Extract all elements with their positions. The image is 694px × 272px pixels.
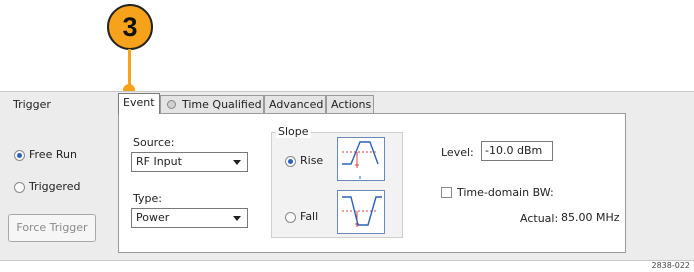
type-label: Type:: [133, 192, 162, 205]
tab-advanced[interactable]: Advanced: [264, 95, 326, 114]
fall-slope-icon: [342, 196, 382, 227]
tab-actions[interactable]: Actions: [326, 95, 374, 114]
tab-time-qualified-label: Time Qualified: [182, 98, 262, 111]
section-title: Trigger: [13, 98, 51, 111]
figure-id: 2838-022: [651, 261, 690, 270]
tab-advanced-label: Advanced: [269, 98, 324, 111]
callout-leader-line: [128, 49, 131, 89]
rise-slope-icon: [342, 141, 379, 179]
fall-slope-button[interactable]: [337, 190, 385, 234]
level-label: Level:: [441, 146, 474, 159]
source-value: RF Input: [136, 155, 182, 168]
source-dropdown[interactable]: RF Input: [131, 152, 248, 172]
fall-label: Fall: [300, 210, 319, 223]
free-run-radio[interactable]: [14, 150, 25, 161]
type-value: Power: [136, 211, 170, 224]
rise-slope-button[interactable]: [337, 137, 385, 181]
tab-time-qualified[interactable]: Time Qualified: [160, 95, 264, 114]
chevron-down-icon: [233, 160, 241, 165]
callout-number: 3: [107, 4, 153, 50]
tab-actions-label: Actions: [331, 98, 372, 111]
rise-label: Rise: [300, 154, 324, 167]
rise-radio[interactable]: [285, 156, 296, 167]
fall-radio[interactable]: [285, 212, 296, 223]
clock-icon: [167, 100, 176, 109]
chevron-down-icon: [233, 216, 241, 221]
force-trigger-button[interactable]: Force Trigger: [8, 214, 96, 242]
actual-label: Actual:: [520, 212, 559, 225]
time-domain-bw-checkbox[interactable]: [441, 187, 452, 198]
level-input[interactable]: -10.0 dBm: [481, 141, 553, 161]
time-domain-bw-label: Time-domain BW:: [457, 186, 554, 199]
actual-value: 85.00 MHz: [561, 211, 620, 224]
triggered-radio[interactable]: [14, 182, 25, 193]
type-dropdown[interactable]: Power: [131, 208, 248, 228]
triggered-label: Triggered: [29, 180, 81, 193]
tab-event[interactable]: Event: [118, 93, 160, 114]
level-value: -10.0 dBm: [485, 144, 543, 157]
slope-label: Slope: [276, 125, 311, 138]
free-run-label: Free Run: [29, 148, 77, 161]
tab-event-label: Event: [123, 96, 155, 109]
source-label: Source:: [133, 136, 175, 149]
